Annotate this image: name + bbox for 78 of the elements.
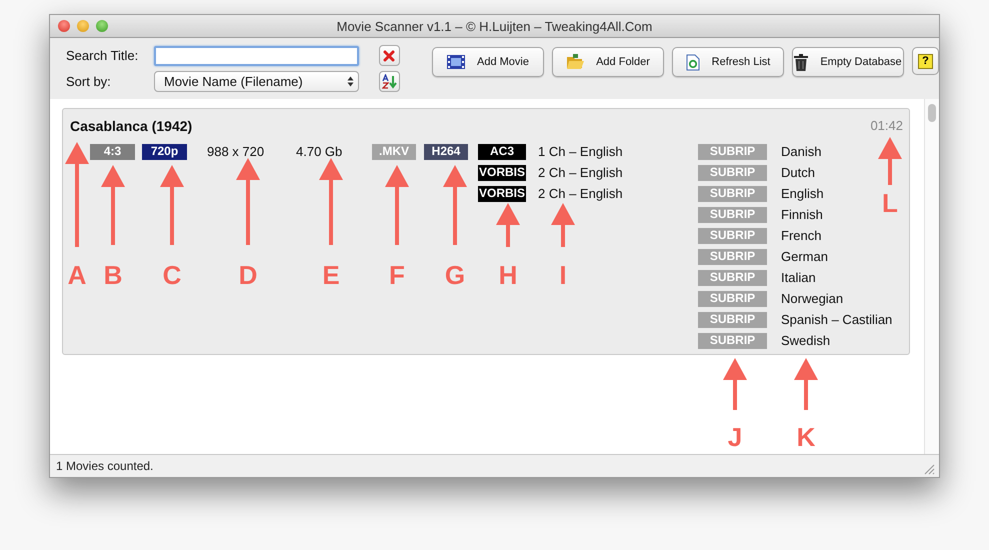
subtitle-codec-badge: SUBRIP <box>698 312 767 328</box>
subtitle-codec-badge: SUBRIP <box>698 228 767 244</box>
subtitle-codec-badge: SUBRIP <box>698 207 767 223</box>
sort-dropdown[interactable]: Movie Name (Filename) <box>154 71 359 92</box>
subtitle-language: Finnish <box>781 207 823 222</box>
subtitle-language: Dutch <box>781 165 815 180</box>
annotation-arrow <box>878 137 902 185</box>
annotation-arrow <box>794 358 818 410</box>
search-label: Search Title: <box>66 48 140 63</box>
sort-icon <box>382 74 396 89</box>
subtitle-codec-badge: SUBRIP <box>698 270 767 286</box>
annotation-letter: K <box>796 422 816 452</box>
zoom-button[interactable] <box>96 20 108 32</box>
duration-text: 01:42 <box>870 118 903 135</box>
annotation-letter: G <box>444 260 466 290</box>
window-title: Movie Scanner v1.1 – © H.Luijten – Tweaking4All.Com <box>336 18 652 34</box>
dimensions-text: 988 x 720 <box>207 144 264 159</box>
annotation-arrow <box>551 203 575 247</box>
folder-icon <box>566 54 584 70</box>
subtitle-codec-badge: SUBRIP <box>698 291 767 307</box>
annotation-letter: D <box>238 260 258 290</box>
annotation-letter: E <box>321 260 341 290</box>
file-size-text: 4.70 Gb <box>296 144 342 159</box>
annotation-letter: H <box>498 260 518 290</box>
stepper-icon <box>347 76 354 87</box>
subtitle-language: German <box>781 249 828 264</box>
subtitle-language: Swedish <box>781 333 830 348</box>
toolbar-button[interactable]: Refresh List <box>672 47 784 77</box>
toolbar-button[interactable]: Add Movie <box>432 47 544 77</box>
help-button[interactable]: ? <box>912 47 939 75</box>
annotation-letter: L <box>881 188 899 218</box>
annotation-letter: J <box>726 422 744 452</box>
subtitle-codec-badge: SUBRIP <box>698 333 767 349</box>
subtitle-language: French <box>781 228 822 243</box>
subtitle-language: Italian <box>781 270 816 285</box>
annotation-arrow <box>723 358 747 410</box>
video-codec-badge: H264 <box>424 144 468 160</box>
search-field[interactable] <box>154 46 359 66</box>
subtitle-codec-badge: SUBRIP <box>698 186 767 202</box>
clear-button[interactable] <box>378 45 400 66</box>
sort-order-button[interactable] <box>378 71 400 92</box>
subtitle-language: Norwegian <box>781 291 844 306</box>
audio-codec-badge: VORBIS <box>478 186 526 202</box>
toolbar-button[interactable]: Empty Database <box>792 47 904 77</box>
annotation-letter: A <box>66 260 88 290</box>
subtitle-codec-badge: SUBRIP <box>698 165 767 181</box>
annotation-letter: I <box>558 260 568 290</box>
subtitle-language: Spanish – Castilian <box>781 312 892 327</box>
scroll-thumb[interactable] <box>928 104 936 122</box>
resolution-badge: 720p <box>142 144 187 160</box>
annotation-letter: C <box>162 260 182 290</box>
subtitle-codec-badge: SUBRIP <box>698 144 767 160</box>
annotation-letter: B <box>102 260 124 290</box>
film-icon <box>447 55 465 69</box>
container-badge: .MKV <box>372 144 416 160</box>
status-text: 1 Movies counted. <box>56 459 154 473</box>
audio-track-text: 1 Ch – English <box>538 144 623 159</box>
scrollbar[interactable] <box>924 99 939 454</box>
annotation-arrow <box>496 203 520 247</box>
annotation-letter: F <box>388 260 406 290</box>
audio-codec-badge: AC3 <box>478 144 526 160</box>
subtitle-language: English <box>781 186 824 201</box>
close-button[interactable] <box>58 20 70 32</box>
movie-card[interactable] <box>62 108 910 355</box>
minimize-button[interactable] <box>77 20 89 32</box>
subtitle-language: Danish <box>781 144 822 159</box>
movie-title: Casablanca (1942) <box>70 118 192 136</box>
audio-track-text: 2 Ch – English <box>538 165 623 180</box>
audio-track-text: 2 Ch – English <box>538 186 623 201</box>
aspect-ratio-badge: 4:3 <box>90 144 135 160</box>
subtitle-codec-badge: SUBRIP <box>698 249 767 265</box>
resize-grip-icon[interactable] <box>924 464 935 475</box>
document-icon <box>686 54 700 70</box>
toolbar-button[interactable]: Add Folder <box>552 47 664 77</box>
sort-label: Sort by: <box>66 74 112 89</box>
audio-codec-badge: VORBIS <box>478 165 526 181</box>
close-icon <box>383 50 395 62</box>
trash-icon <box>794 54 808 70</box>
